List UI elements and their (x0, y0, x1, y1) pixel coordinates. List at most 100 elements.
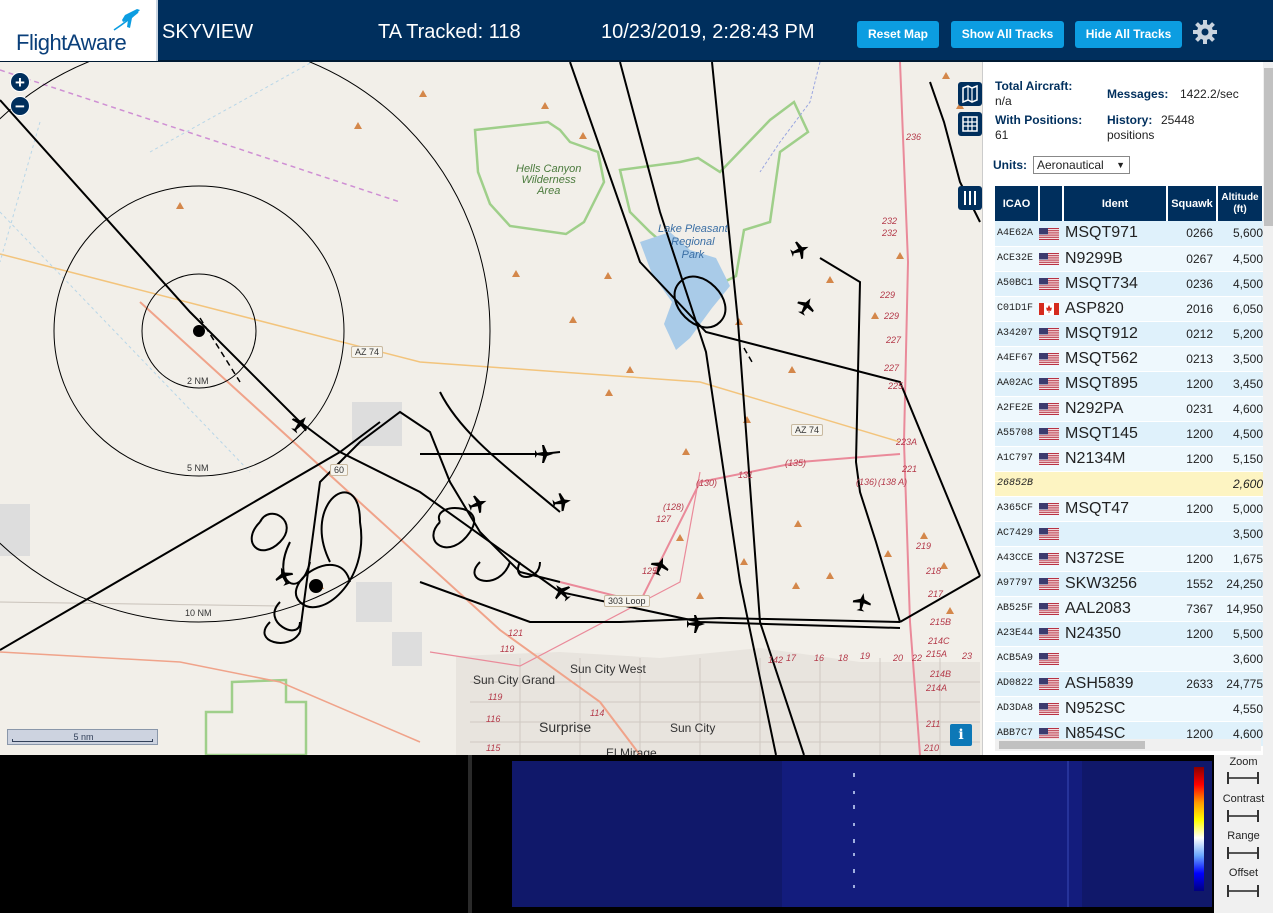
table-row[interactable]: A4EF67 MSQT562 0213 3,500 (995, 346, 1263, 372)
flag-cell (1039, 696, 1063, 722)
table-row[interactable]: AD0822 ASH5839 2633 24,775 (995, 671, 1263, 697)
flightaware-logo[interactable]: FlightAware (0, 0, 158, 61)
ident-cell: N24350 (1063, 621, 1167, 647)
table-row[interactable]: ACE32E N9299B 0267 4,500 (995, 246, 1263, 272)
ident-cell (1063, 471, 1167, 497)
icao-cell: A23E44 (995, 621, 1039, 647)
squawk-cell: 2633 (1167, 671, 1217, 697)
column-header-icao[interactable]: ICAO (995, 186, 1040, 221)
icao-cell: A365CF (995, 496, 1039, 522)
flag-cell (1039, 671, 1063, 697)
us-flag-icon (1039, 628, 1059, 641)
road-number: 214A (926, 683, 948, 693)
messages-value: 1422.2/sec (1180, 87, 1239, 101)
offset-slider[interactable] (1227, 885, 1259, 897)
hide-all-tracks-button[interactable]: Hide All Tracks (1075, 21, 1182, 48)
table-row[interactable]: A1C797 N2134M 1200 5,150 (995, 446, 1263, 472)
aircraft-table: ICAO Ident Squawk Altitude (ft) A4E62A MS… (995, 186, 1264, 747)
reset-map-button[interactable]: Reset Map (857, 21, 939, 48)
altitude-cell: 4,500 (1217, 246, 1263, 272)
gear-icon[interactable] (1192, 19, 1218, 45)
park-label-lake-pleasant: Lake Pleasant Regional Park (658, 223, 728, 261)
total-aircraft-value: n/a (995, 94, 1012, 108)
table-row[interactable]: A365CF MSQT47 1200 5,000 (995, 496, 1263, 522)
road-number: 19 (860, 651, 871, 661)
table-row[interactable]: A34207 MSQT912 0212 5,200 (995, 321, 1263, 347)
altitude-cell: 3,450 (1217, 371, 1263, 397)
header-bar: FlightAware SKYVIEW TA Tracked: 118 10/2… (0, 0, 1273, 62)
flag-cell (1039, 596, 1063, 622)
ident-cell: N952SC (1063, 696, 1167, 722)
column-header-flag[interactable] (1039, 186, 1064, 221)
map-layers-button[interactable] (958, 82, 982, 106)
us-flag-icon (1039, 578, 1059, 591)
zoom-slider[interactable] (1227, 772, 1259, 784)
flag-cell (1039, 571, 1063, 597)
messages-label: Messages: (1107, 87, 1169, 101)
icao-cell: A97797 (995, 571, 1039, 597)
grid-button[interactable] (958, 112, 982, 136)
squawk-cell: 1200 (1167, 446, 1217, 472)
icao-cell: A1C797 (995, 446, 1039, 472)
road-number: (128) (663, 502, 685, 512)
column-header-altitude[interactable]: Altitude (ft) (1217, 186, 1264, 221)
table-row[interactable]: A23E44 N24350 1200 5,500 (995, 621, 1263, 647)
road-number: 223A (896, 437, 918, 447)
icao-cell: AD0822 (995, 671, 1039, 697)
altitude-cell: 5,000 (1217, 496, 1263, 522)
show-all-tracks-button[interactable]: Show All Tracks (951, 21, 1064, 48)
ident-cell: AAL2083 (1063, 596, 1167, 622)
panel-scrollbar[interactable] (1263, 62, 1273, 755)
table-row[interactable]: ACB5A9 3,600 (995, 646, 1263, 672)
road-number: 125 (642, 566, 658, 576)
table-row[interactable]: C01D1F ASP820 2016 6,050 (995, 296, 1263, 322)
table-row[interactable]: AD3DA8 N952SC 4,550 (995, 696, 1263, 722)
range-label-5nm: 5 NM (187, 463, 209, 473)
table-row[interactable]: A55708 MSQT145 1200 4,500 (995, 421, 1263, 447)
squawk-cell (1167, 646, 1217, 672)
flag-cell (1039, 521, 1063, 547)
table-horizontal-scrollbar-thumb[interactable] (999, 741, 1145, 749)
table-row[interactable]: A4E62A MSQT971 0266 5,600 (995, 221, 1263, 247)
table-row[interactable]: AA02AC MSQT895 1200 3,450 (995, 371, 1263, 397)
waterfall-display[interactable] (482, 761, 1212, 907)
road-number: 225 (888, 381, 904, 391)
columns-button[interactable] (958, 186, 982, 210)
table-row[interactable]: A50BC1 MSQT734 0236 4,500 (995, 271, 1263, 297)
units-select[interactable]: Aeronautical ▼ (1033, 156, 1130, 174)
ident-cell: N292PA (1063, 396, 1167, 422)
us-flag-icon (1039, 403, 1059, 416)
us-flag-icon (1039, 353, 1059, 366)
units-selected-value: Aeronautical (1037, 158, 1104, 172)
panel-scrollbar-thumb[interactable] (1264, 68, 1273, 226)
table-row[interactable]: 26852B 2,600 (995, 471, 1263, 497)
spectrum-controls: Zoom Contrast Range Offset (1214, 755, 1273, 913)
column-header-squawk[interactable]: Squawk (1167, 186, 1218, 221)
us-flag-icon (1039, 553, 1059, 566)
ident-cell: MSQT47 (1063, 496, 1167, 522)
altitude-cell: 24,775 (1217, 671, 1263, 697)
table-row[interactable]: A43CCE N372SE 1200 1,675 (995, 546, 1263, 572)
table-row[interactable]: A97797 SKW3256 1552 24,250 (995, 571, 1263, 597)
icao-cell: ACE32E (995, 246, 1039, 272)
range-slider[interactable] (1227, 847, 1259, 859)
altitude-cell: 4,500 (1217, 421, 1263, 447)
squawk-cell: 0213 (1167, 346, 1217, 372)
zoom-in-button[interactable]: + (10, 72, 30, 92)
table-horizontal-scrollbar[interactable] (995, 739, 1261, 751)
table-row[interactable]: AC7429 3,500 (995, 521, 1263, 547)
zoom-out-button[interactable]: − (10, 96, 30, 116)
contrast-slider[interactable] (1227, 810, 1259, 822)
table-row[interactable]: AB525F AAL2083 7367 14,950 (995, 596, 1263, 622)
table-row[interactable]: A2FE2E N292PA 0231 4,600 (995, 396, 1263, 422)
map-view[interactable]: 2 NM 5 NM 10 NM Hells Canyon Wilderness … (0, 62, 982, 755)
altitude-cell: 24,250 (1217, 571, 1263, 597)
column-header-ident[interactable]: Ident (1063, 186, 1168, 221)
road-number: 215A (926, 649, 948, 659)
altitude-cell: 4,500 (1217, 271, 1263, 297)
info-button[interactable]: i (950, 724, 972, 746)
road-number: 17 (786, 653, 797, 663)
us-flag-icon (1039, 278, 1059, 291)
flag-cell (1039, 271, 1063, 297)
squawk-cell (1167, 521, 1217, 547)
